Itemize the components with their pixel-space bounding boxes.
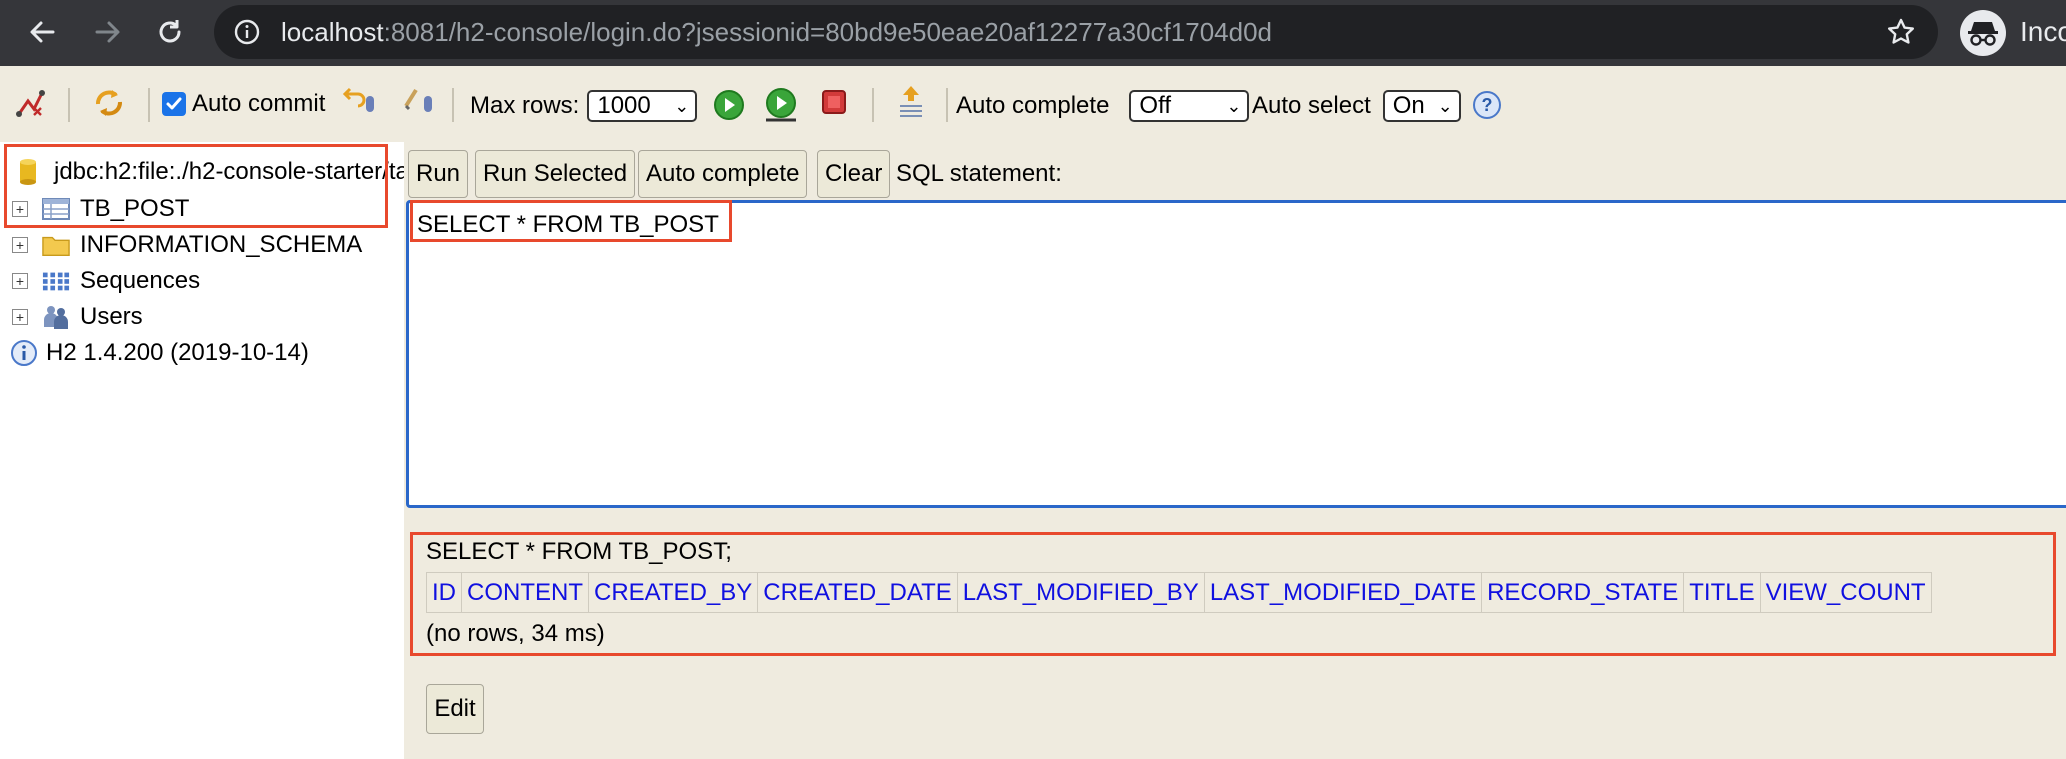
- max-rows-select[interactable]: 1000 ⌄: [587, 90, 698, 122]
- run-button[interactable]: Run: [408, 150, 468, 198]
- run-icon[interactable]: [712, 88, 746, 122]
- auto-select-control: Auto select On ⌄: [1252, 90, 1461, 122]
- version-text: H2 1.4.200 (2019-10-14): [46, 339, 309, 366]
- sequence-icon: [42, 267, 70, 295]
- sql-editor[interactable]: SELECT * FROM TB_POST: [406, 200, 2066, 508]
- auto-commit-label: Auto commit: [192, 90, 326, 117]
- browser-chrome: localhost:8081/h2-console/login.do?jsess…: [0, 0, 2066, 66]
- forward-arrow-icon[interactable]: [88, 12, 128, 52]
- tree-item-sequences[interactable]: + Sequences: [12, 265, 200, 297]
- run-selected-button[interactable]: Run Selected: [475, 150, 636, 198]
- back-arrow-icon[interactable]: [22, 12, 62, 52]
- tree-item-label: INFORMATION_SCHEMA: [80, 231, 363, 258]
- expand-icon[interactable]: +: [12, 273, 28, 289]
- rollback-icon[interactable]: [342, 86, 378, 116]
- auto-complete-control: Auto complete Off ⌄: [956, 90, 1250, 122]
- clear-button[interactable]: Clear: [817, 150, 891, 198]
- run-selected-icon[interactable]: [762, 86, 800, 124]
- auto-select-label: Auto select: [1252, 92, 1371, 119]
- sql-statement-label: SQL statement:: [896, 160, 1062, 187]
- toolbar-separator: [68, 88, 70, 122]
- bookmark-star-icon[interactable]: [1886, 17, 1916, 52]
- auto-commit-checkbox[interactable]: Auto commit: [162, 90, 325, 118]
- version-info: H2 1.4.200 (2019-10-14): [10, 337, 309, 369]
- edit-button[interactable]: Edit: [426, 684, 484, 734]
- auto-complete-label: Auto complete: [956, 92, 1110, 119]
- max-rows-value: 1000: [597, 92, 651, 119]
- refresh-icon[interactable]: [92, 86, 126, 120]
- history-icon[interactable]: [894, 84, 928, 122]
- auto-complete-button[interactable]: Auto complete: [638, 150, 808, 198]
- reload-icon[interactable]: [150, 12, 190, 52]
- chevron-down-icon: ⌄: [1437, 95, 1453, 116]
- tree-item-users[interactable]: + Users: [12, 301, 143, 333]
- folder-icon: [42, 231, 70, 259]
- url-path: :8081/h2-console/login.do?jsessionid=80b…: [383, 17, 1273, 47]
- toolbar-separator: [872, 88, 874, 122]
- svg-text:?: ?: [1482, 95, 1493, 115]
- h2-toolbar: Auto commit Max rows: 1000 ⌄ Auto comple…: [0, 66, 2066, 142]
- max-rows-control: Max rows: 1000 ⌄: [470, 90, 698, 122]
- tree-item-label: Users: [80, 303, 143, 330]
- schema-tree: jdbc:h2:file:./h2-console-starter/ta + T…: [0, 142, 409, 759]
- toolbar-separator: [148, 88, 150, 122]
- info-icon: [10, 339, 38, 367]
- expand-icon[interactable]: +: [12, 309, 28, 325]
- url-host: localhost: [281, 17, 384, 47]
- highlight-box: [410, 200, 732, 242]
- incognito-icon[interactable]: [1960, 10, 2006, 56]
- address-bar[interactable]: localhost:8081/h2-console/login.do?jsess…: [214, 5, 1938, 59]
- tree-item-label: Sequences: [80, 267, 201, 294]
- max-rows-label: Max rows:: [470, 92, 580, 119]
- toolbar-separator: [452, 88, 454, 122]
- highlight-box: [4, 144, 388, 228]
- chevron-down-icon: ⌄: [674, 95, 690, 116]
- toolbar-separator: [946, 88, 948, 122]
- chevron-down-icon: ⌄: [1226, 95, 1242, 116]
- help-icon[interactable]: ?: [1472, 90, 1502, 120]
- url-text: localhost:8081/h2-console/login.do?jsess…: [281, 5, 1272, 59]
- auto-complete-select[interactable]: Off ⌄: [1129, 90, 1250, 122]
- stop-icon[interactable]: [820, 88, 848, 116]
- commit-icon[interactable]: [402, 86, 436, 116]
- check-icon[interactable]: [162, 92, 186, 116]
- users-icon: [42, 303, 70, 331]
- tree-item-information-schema[interactable]: + INFORMATION_SCHEMA: [12, 229, 362, 261]
- auto-select-select[interactable]: On ⌄: [1382, 90, 1461, 122]
- auto-complete-value: Off: [1139, 92, 1171, 119]
- highlight-box: [410, 532, 2056, 656]
- site-info-icon[interactable]: [234, 19, 260, 50]
- profile-label[interactable]: Inco: [2020, 0, 2066, 66]
- disconnect-icon[interactable]: [14, 88, 46, 120]
- auto-select-value: On: [1392, 92, 1425, 119]
- query-panel: Run Run Selected Auto complete Clear SQL…: [404, 142, 2066, 759]
- expand-icon[interactable]: +: [12, 237, 28, 253]
